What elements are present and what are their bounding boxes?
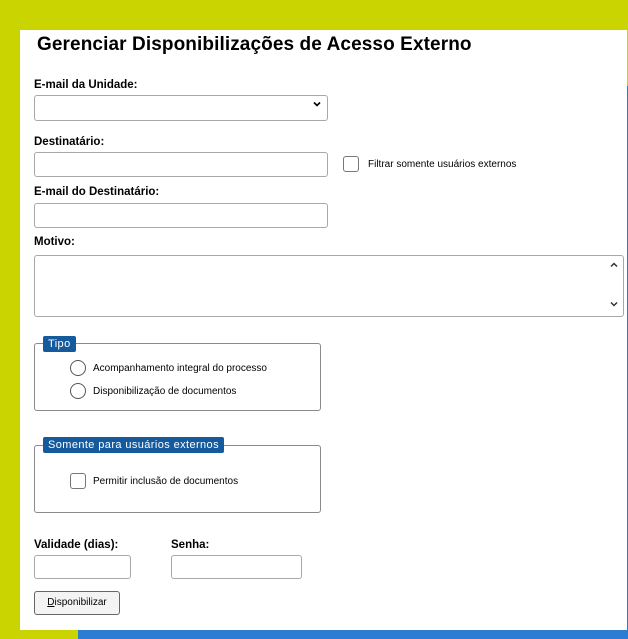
destinatario-label: Destinatário:	[34, 136, 105, 148]
destinatario-input[interactable]	[34, 152, 328, 177]
radio-disponibilizacao-label: Disponibilização de documentos	[93, 386, 237, 397]
email-unidade-select[interactable]	[34, 95, 328, 121]
validade-input[interactable]	[34, 555, 131, 579]
page-title: Gerenciar Disponibilizações de Acesso Ex…	[37, 34, 472, 55]
chevron-down-icon	[312, 99, 322, 112]
radio-acompanhamento-integral[interactable]	[70, 360, 86, 376]
permitir-inclusao-label: Permitir inclusão de documentos	[93, 476, 239, 487]
validade-label: Validade (dias):	[34, 539, 119, 551]
chevron-up-icon[interactable]	[609, 260, 619, 273]
tipo-fieldset	[34, 343, 321, 411]
senha-input[interactable]	[171, 555, 302, 579]
filtrar-externos-label: Filtrar somente usuários externos	[368, 159, 517, 170]
email-destinatario-input[interactable]	[34, 203, 328, 228]
filtrar-externos-checkbox[interactable]	[343, 156, 359, 172]
disponibilizar-button[interactable]: Disponibilizar	[34, 591, 120, 615]
button-label-rest: isponibilizar	[54, 597, 107, 608]
motivo-textarea[interactable]	[34, 255, 624, 317]
motivo-label: Motivo:	[34, 236, 75, 248]
senha-label: Senha:	[171, 539, 210, 551]
radio-acompanhamento-label: Acompanhamento integral do processo	[93, 363, 267, 374]
email-destinatario-label: E-mail do Destinatário:	[34, 186, 160, 198]
email-unidade-label: E-mail da Unidade:	[34, 79, 138, 91]
radio-disponibilizacao-documentos[interactable]	[70, 383, 86, 399]
permitir-inclusao-checkbox[interactable]	[70, 473, 86, 489]
externos-legend: Somente para usuários externos	[43, 437, 224, 453]
tipo-legend: Tipo	[43, 336, 76, 352]
chevron-down-icon[interactable]	[609, 299, 619, 312]
